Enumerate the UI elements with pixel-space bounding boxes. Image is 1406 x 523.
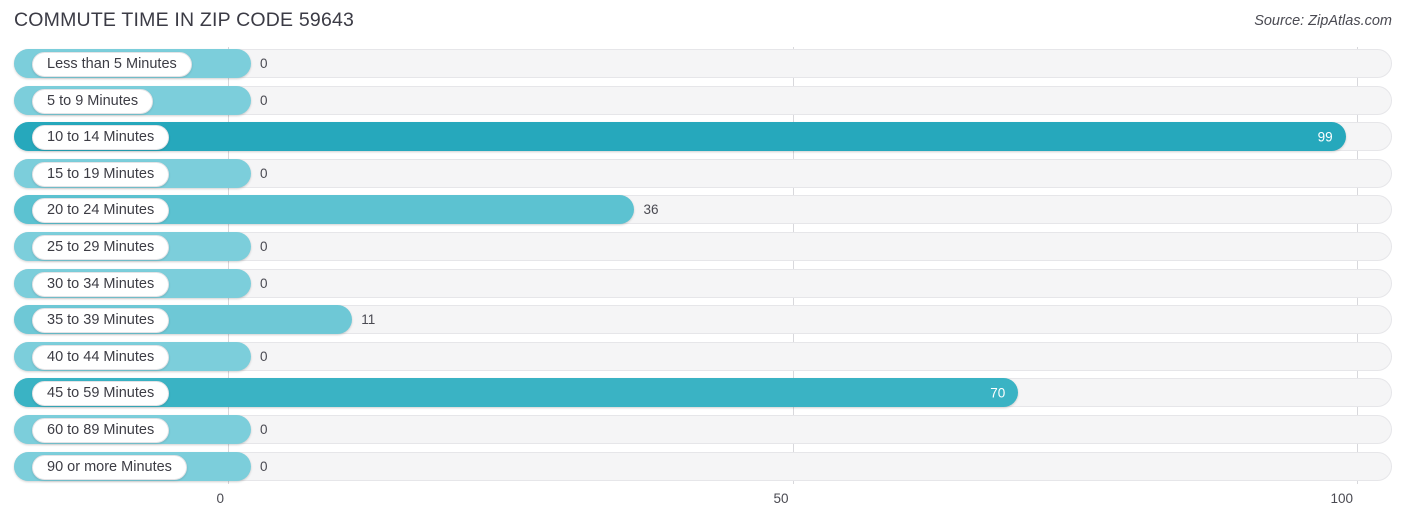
x-axis: 0 50 100: [0, 487, 1406, 523]
bar-value-label: 0: [260, 238, 268, 254]
category-label[interactable]: 45 to 59 Minutes: [32, 381, 170, 407]
bar-value-label: 70: [990, 385, 1006, 401]
bar-value-label: 99: [1317, 129, 1333, 145]
bar-value-label: 0: [260, 421, 268, 437]
bar-rows: 0 Less than 5 Minutes 0 5 to 9 Minutes 99 10 …: [0, 47, 1406, 486]
table-row[interactable]: 0 90 or more Minutes: [0, 450, 1406, 487]
category-label[interactable]: 5 to 9 Minutes: [32, 88, 154, 114]
category-label[interactable]: 90 or more Minutes: [32, 454, 187, 480]
table-row[interactable]: 0 60 to 89 Minutes: [0, 413, 1406, 450]
bar-value-label: 0: [260, 348, 268, 364]
category-label[interactable]: 15 to 19 Minutes: [32, 161, 170, 187]
category-label[interactable]: 60 to 89 Minutes: [32, 417, 170, 443]
page-title: COMMUTE TIME IN ZIP CODE 59643: [14, 9, 355, 31]
category-label[interactable]: Less than 5 Minutes: [32, 52, 192, 77]
bar-value-label: 11: [361, 312, 376, 328]
category-label[interactable]: 25 to 29 Minutes: [32, 234, 170, 260]
plot-area: 0 Less than 5 Minutes 0 5 to 9 Minutes 99 10 …: [0, 47, 1406, 487]
bar-value-label: 0: [260, 92, 268, 108]
category-label[interactable]: 40 to 44 Minutes: [32, 344, 170, 370]
table-row[interactable]: 0 30 to 34 Minutes: [0, 267, 1406, 304]
table-row[interactable]: 0 15 to 19 Minutes: [0, 157, 1406, 194]
bar-value-label: 0: [260, 56, 268, 71]
bar-value-label: 36: [643, 202, 659, 218]
category-label[interactable]: 30 to 34 Minutes: [32, 271, 170, 297]
bar-value-label: 0: [260, 275, 268, 291]
axis-tick-label: 0: [216, 491, 224, 506]
table-row[interactable]: 99 10 to 14 Minutes: [0, 120, 1406, 157]
table-row[interactable]: 11 35 to 39 Minutes: [0, 303, 1406, 340]
category-label[interactable]: 20 to 24 Minutes: [32, 198, 170, 224]
axis-tick-label: 50: [773, 491, 789, 506]
table-row[interactable]: 36 20 to 24 Minutes: [0, 193, 1406, 230]
category-label[interactable]: 35 to 39 Minutes: [32, 308, 170, 334]
bar[interactable]: 99: [14, 122, 1346, 152]
table-row[interactable]: 0 Less than 5 Minutes: [0, 47, 1406, 84]
table-row[interactable]: 70 45 to 59 Minutes: [0, 376, 1406, 413]
table-row[interactable]: 0 25 to 29 Minutes: [0, 230, 1406, 267]
table-row[interactable]: 0 40 to 44 Minutes: [0, 340, 1406, 377]
table-row[interactable]: 0 5 to 9 Minutes: [0, 84, 1406, 121]
axis-tick-label: 100: [1330, 491, 1353, 506]
bar-value-label: 0: [260, 458, 268, 474]
chart-page: COMMUTE TIME IN ZIP CODE 59643 Source: Z…: [0, 0, 1406, 523]
source-attribution: Source: ZipAtlas.com: [1254, 13, 1392, 29]
bar-value-label: 0: [260, 165, 268, 181]
category-label[interactable]: 10 to 14 Minutes: [32, 125, 170, 151]
